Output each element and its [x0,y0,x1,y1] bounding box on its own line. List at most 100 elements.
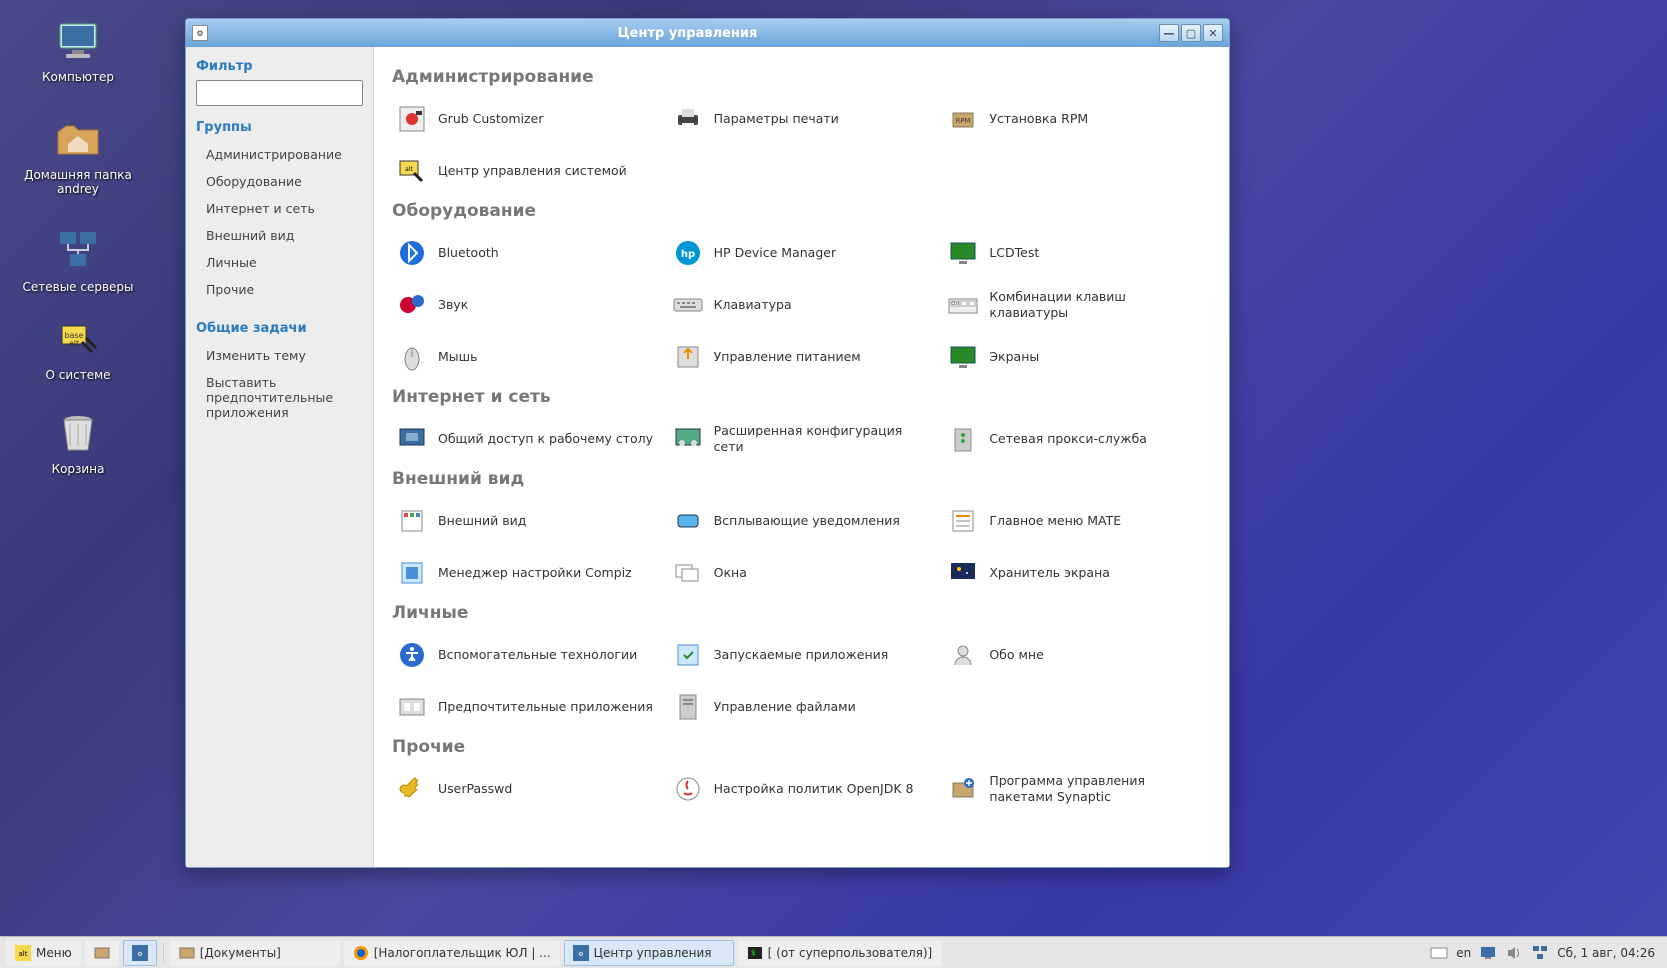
settings-item-sound[interactable]: Звук [392,285,658,325]
settings-item-label: Управление файлами [714,699,856,715]
tray-clock[interactable]: Сб, 1 авг, 04:26 [1557,946,1655,960]
settings-item-label: Центр управления системой [438,163,627,179]
settings-item-hp[interactable]: hpHP Device Manager [668,233,934,273]
desktop-icon-trash[interactable]: Корзина [8,410,148,476]
quick-launch-cc[interactable]: ⚙ [123,940,157,966]
settings-item-proxy[interactable]: Сетевая прокси-служба [943,419,1209,459]
settings-item-label: LCDTest [989,245,1039,261]
menu-icon [947,505,979,537]
prefapps-icon [396,691,428,723]
settings-item-displays[interactable]: Экраны [943,337,1209,377]
settings-item-rpm[interactable]: RPM Установка RPM [943,99,1209,139]
sidebar: Фильтр Группы АдминистрированиеОборудова… [186,47,374,867]
desktop-icon-label: Домашняя папка andrey [8,168,148,196]
tray-network-icon[interactable] [1531,944,1549,962]
settings-item-power[interactable]: Управление питанием [668,337,934,377]
taskbar-task[interactable]: ⚙ Центр управления [564,940,734,966]
settings-item-label: Мышь [438,349,477,365]
settings-item-compiz[interactable]: Менеджер настройки Compiz [392,553,658,593]
sidebar-group-item[interactable]: Интернет и сеть [196,195,363,222]
settings-item-label: Комбинации клавиш клавиатуры [989,289,1205,320]
sidebar-task-item[interactable]: Изменить тему [196,342,363,369]
cc-icon: ⚙ [573,945,589,961]
trash-icon [54,410,102,458]
tray-display-icon[interactable] [1479,944,1497,962]
menu-button[interactable]: alt Меню [6,940,81,966]
settings-item-userpasswd[interactable]: UserPasswd [392,769,658,809]
files-icon [672,691,704,723]
maximize-button[interactable]: ▢ [1181,24,1201,42]
desktop-icon-about[interactable]: basealt О системе [8,316,148,382]
minimize-button[interactable]: — [1159,24,1179,42]
taskbar-task-label: [ (от суперпользователя)] [768,946,933,960]
fm-icon [179,945,195,961]
settings-item-label: Клавиатура [714,297,792,313]
settings-item-openjdk[interactable]: Настройка политик OpenJDK 8 [668,769,934,809]
screensaver-icon [947,557,979,589]
startup-icon [672,639,704,671]
settings-item-netadv[interactable]: Расширенная конфигурация сети [668,419,934,459]
show-desktop-button[interactable] [85,940,119,966]
folder-home-icon [54,116,102,164]
desktop-icon-home[interactable]: Домашняя папка andrey [8,116,148,196]
settings-item-label: Установка RPM [989,111,1088,127]
userpasswd-icon [396,773,428,805]
sidebar-group-item[interactable]: Личные [196,249,363,276]
settings-item-prefapps[interactable]: Предпочтительные приложения [392,687,658,727]
taskbar-task[interactable]: [Документы] [170,940,340,966]
taskbar-task[interactable]: [Налогоплательщик ЮЛ | ... [344,940,560,966]
sidebar-group-item[interactable]: Оборудование [196,168,363,195]
settings-item-menu[interactable]: Главное меню MATE [943,501,1209,541]
sidebar-group-item[interactable]: Администрирование [196,141,363,168]
desktop-icon-network[interactable]: Сетевые серверы [8,228,148,294]
settings-item-label: Параметры печати [714,111,839,127]
tray-volume-icon[interactable] [1505,944,1523,962]
search-input[interactable] [196,80,363,106]
rpm-icon: RPM [947,103,979,135]
taskbar-task-label: Центр управления [594,946,712,960]
settings-item-startup[interactable]: Запускаемые приложения [668,635,934,675]
settings-item-aboutme[interactable]: Обо мне [943,635,1209,675]
settings-item-screensaver[interactable]: Хранитель экрана [943,553,1209,593]
settings-item-lcd[interactable]: LCDTest [943,233,1209,273]
settings-item-label: Grub Customizer [438,111,543,127]
settings-item-label: Bluetooth [438,245,499,261]
settings-item-windows[interactable]: Окна [668,553,934,593]
tray-lang-indicator[interactable]: en [1456,946,1471,960]
tray-keyboard-icon[interactable] [1430,944,1448,962]
settings-item-altcenter[interactable]: altЦентр управления системой [392,151,658,191]
sidebar-group-item[interactable]: Прочие [196,276,363,303]
desktop-icon-label: О системе [8,368,148,382]
close-button[interactable]: ✕ [1203,24,1223,42]
netadv-icon [672,423,704,455]
svg-text:alt: alt [19,950,28,958]
taskbar-task[interactable]: $[ (от суперпользователя)] [738,940,942,966]
settings-item-label: HP Device Manager [714,245,836,261]
a11y-icon [396,639,428,671]
settings-item-share[interactable]: Общий доступ к рабочему столу [392,419,658,459]
window-titlebar[interactable]: ⚙ Центр управления — ▢ ✕ [186,19,1229,47]
settings-item-synaptic[interactable]: Программа управления пакетами Synaptic [943,769,1209,809]
settings-item-printer[interactable]: Параметры печати [668,99,934,139]
settings-item-grub[interactable]: Grub Customizer [392,99,658,139]
desktop-icon-computer[interactable]: Компьютер [8,18,148,84]
settings-item-kbshort[interactable]: CtrlКомбинации клавиш клавиатуры [943,285,1209,325]
settings-item-appearance[interactable]: Внешний вид [392,501,658,541]
settings-item-bluetooth[interactable]: Bluetooth [392,233,658,273]
settings-item-mouse[interactable]: Мышь [392,337,658,377]
windows-icon [672,557,704,589]
section-title: Интернет и сеть [392,387,1209,407]
sidebar-task-item[interactable]: Выставить предпочтительные приложения [196,369,363,426]
settings-item-label: Экраны [989,349,1039,365]
taskbar-task-label: [Документы] [200,946,281,960]
desktop-icon-label: Компьютер [8,70,148,84]
printer-icon [672,103,704,135]
settings-item-files[interactable]: Управление файлами [668,687,934,727]
settings-item-keyboard[interactable]: Клавиатура [668,285,934,325]
settings-item-a11y[interactable]: Вспомогательные технологии [392,635,658,675]
settings-item-label: Главное меню MATE [989,513,1121,529]
settings-item-label: UserPasswd [438,781,512,797]
appearance-icon [396,505,428,537]
sidebar-group-item[interactable]: Внешний вид [196,222,363,249]
settings-item-popup[interactable]: Всплывающие уведомления [668,501,934,541]
